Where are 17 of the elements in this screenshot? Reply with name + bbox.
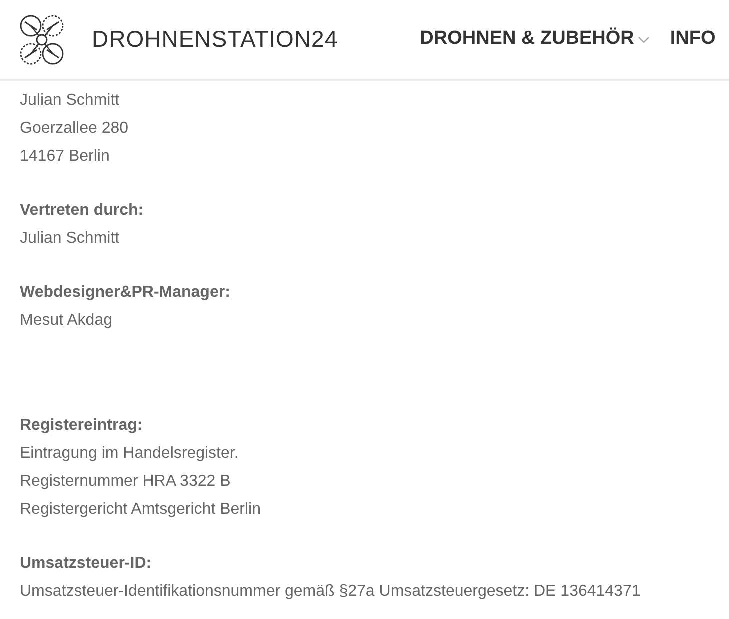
text-line: 14167 Berlin (20, 147, 111, 167)
text-line: Mesut Akdag (20, 311, 114, 331)
text-line: Registergericht Amtsgericht Berlin (20, 500, 262, 520)
section-heading: Umsatzsteuer-ID: (20, 554, 153, 574)
text-line: Eintragung im Handelsregister. (20, 444, 240, 464)
section-heading: Webdesigner&PR-Manager: (20, 283, 232, 303)
text-line: Umsatzsteuer-Identifikationsnummer gemäß §27a Umsatzsteuergesetz: DE 136414371 (20, 582, 642, 602)
text-line: Registernummer HRA 3322 B (20, 472, 232, 492)
brand-name[interactable]: DROHNENSTATION24 (92, 22, 338, 57)
section-heading: Registereintrag: (20, 416, 144, 436)
text-line: Julian Schmitt (20, 91, 121, 111)
drone-logo-icon (20, 14, 64, 66)
section-heading: Vertreten durch: (20, 201, 145, 221)
nav-link[interactable]: INFO (670, 25, 716, 54)
nav-link[interactable]: DROHNEN & ZUBEHÖR (420, 25, 650, 54)
text-line: Julian Schmitt (20, 229, 121, 249)
text-line: Goerzallee 280 (20, 119, 130, 139)
